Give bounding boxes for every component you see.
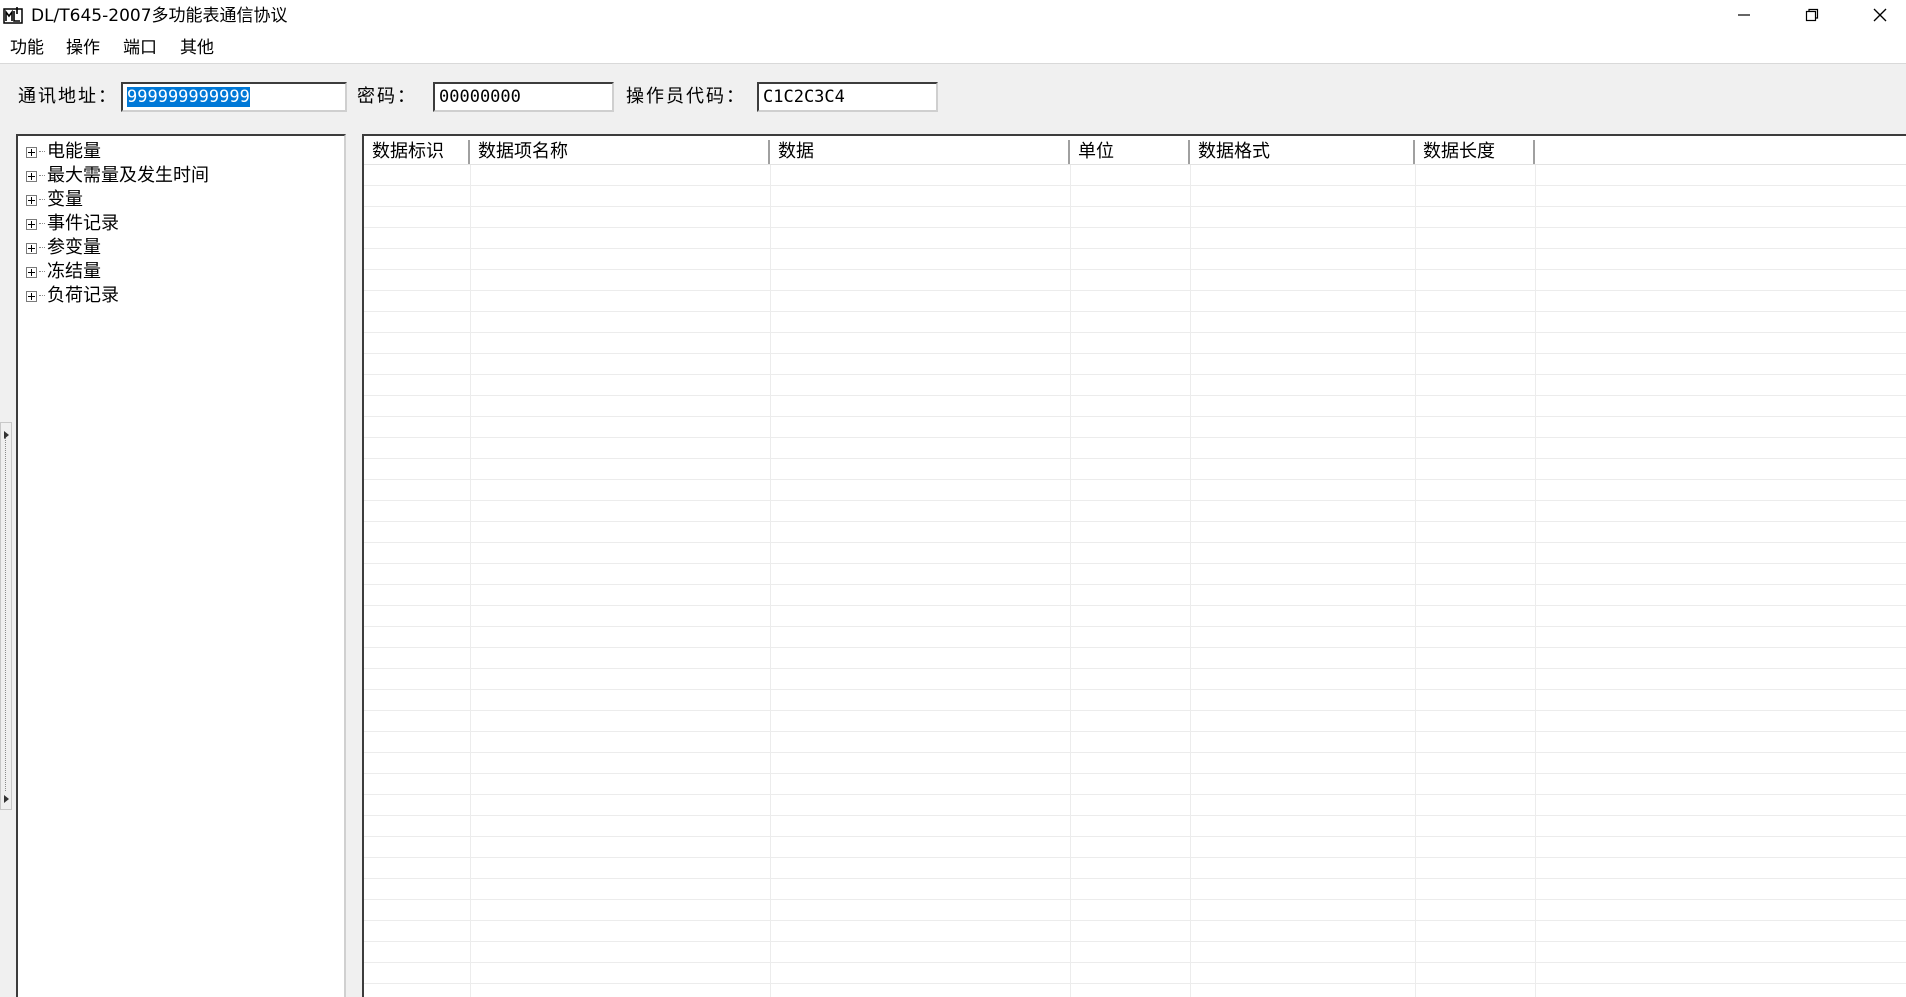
close-button[interactable] (1846, 0, 1906, 30)
password-label: 密码： (357, 86, 417, 107)
expand-plus-icon[interactable] (26, 170, 37, 182)
tree-connector (39, 151, 45, 153)
table-header: 数据标识 数据项名称 数据 单位 数据格式 数据长度 (364, 140, 1906, 165)
tree-item-label: 最大需量及发生时间 (47, 165, 209, 186)
data-table[interactable]: 数据标识 数据项名称 数据 单位 数据格式 数据长度 (362, 134, 1906, 997)
maximize-button[interactable] (1778, 0, 1846, 30)
column-divider (1415, 165, 1416, 997)
tree-item-frozen[interactable]: 冻结量 (26, 260, 101, 284)
tree-item-label: 冻结量 (47, 261, 101, 282)
tree-connector (39, 247, 45, 249)
tree-item-label: 负荷记录 (47, 285, 119, 306)
title-bar: DL/T645-2007多功能表通信协议 (0, 0, 1906, 30)
address-toolbar: 通讯地址： 999999999999 密码： 00000000 操作员代码： C… (0, 64, 1906, 132)
tree-item-parameters[interactable]: 参变量 (26, 236, 101, 260)
close-icon (1873, 8, 1887, 22)
address-input[interactable]: 999999999999 (121, 82, 347, 112)
column-divider (470, 165, 471, 997)
expand-arrow-icon[interactable] (4, 795, 9, 803)
column-header-data-format[interactable]: 数据格式 (1190, 140, 1415, 164)
tree-item-load-log[interactable]: 负荷记录 (26, 284, 119, 308)
expand-plus-icon[interactable] (26, 218, 37, 230)
menu-other[interactable]: 其他 (180, 38, 214, 58)
column-header-item-name[interactable]: 数据项名称 (470, 140, 770, 164)
address-value: 999999999999 (127, 87, 250, 107)
menu-bar: 功能 操作 端口 其他 (0, 30, 1906, 64)
menu-port[interactable]: 端口 (123, 38, 157, 58)
column-divider (770, 165, 771, 997)
tree-item-label: 事件记录 (47, 213, 119, 234)
password-input[interactable]: 00000000 (433, 82, 614, 112)
panel-splitter[interactable] (0, 422, 12, 810)
expand-plus-icon[interactable] (26, 146, 37, 158)
expand-plus-icon[interactable] (26, 194, 37, 206)
tree-item-label: 电能量 (47, 141, 101, 162)
expand-arrow-icon[interactable] (4, 431, 9, 439)
tree-item-label: 变量 (47, 189, 83, 210)
menu-operation[interactable]: 操作 (66, 38, 100, 58)
app-window: DL/T645-2007多功能表通信协议 功能 操作 端口 其他 通讯地址： 9… (0, 0, 1906, 997)
tree-connector (39, 271, 45, 273)
tree-item-energy[interactable]: 电能量 (26, 140, 101, 164)
column-header-data-length[interactable]: 数据长度 (1415, 140, 1535, 164)
minimize-button[interactable] (1710, 0, 1778, 30)
tree-connector (39, 175, 45, 177)
column-header-unit[interactable]: 单位 (1070, 140, 1190, 164)
operator-code-label: 操作员代码： (626, 86, 746, 107)
expand-plus-icon[interactable] (26, 242, 37, 254)
category-tree[interactable]: 电能量 最大需量及发生时间 变量 事件记录 参变量 冻结量 负荷记录 (16, 134, 346, 997)
window-title: DL/T645-2007多功能表通信协议 (31, 6, 288, 26)
table-body[interactable] (364, 165, 1906, 997)
tree-item-label: 参变量 (47, 237, 101, 258)
column-header-data-id[interactable]: 数据标识 (364, 140, 470, 164)
tree-item-variables[interactable]: 变量 (26, 188, 83, 212)
splitter-grip (5, 437, 7, 791)
restore-icon (1805, 8, 1819, 22)
column-header-data[interactable]: 数据 (770, 140, 1070, 164)
column-divider (1535, 165, 1536, 997)
menu-function[interactable]: 功能 (10, 38, 44, 58)
column-divider (1190, 165, 1191, 997)
minimize-icon (1738, 14, 1750, 16)
expand-plus-icon[interactable] (26, 266, 37, 278)
operator-code-input[interactable]: C1C2C3C4 (757, 82, 938, 112)
address-label: 通讯地址： (18, 86, 118, 107)
tree-item-event-log[interactable]: 事件记录 (26, 212, 119, 236)
column-divider (1070, 165, 1071, 997)
tree-item-max-demand[interactable]: 最大需量及发生时间 (26, 164, 209, 188)
app-icon (3, 7, 23, 24)
tree-connector (39, 199, 45, 201)
tree-connector (39, 295, 45, 297)
tree-connector (39, 223, 45, 225)
expand-plus-icon[interactable] (26, 290, 37, 302)
